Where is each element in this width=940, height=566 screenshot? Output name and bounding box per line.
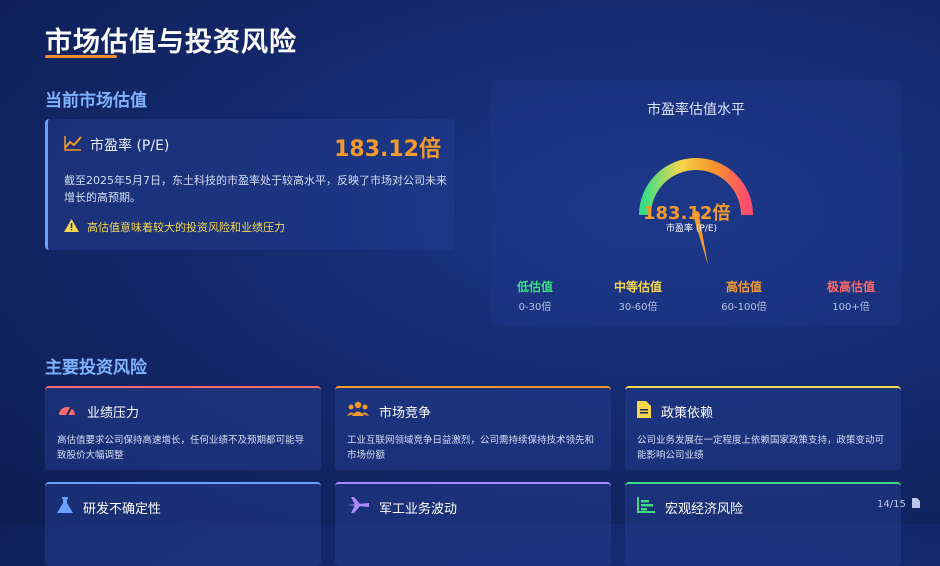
legend-range: 100+倍 [832, 302, 870, 313]
legend-range: 0-30倍 [518, 302, 552, 313]
risk-description: 高估值要求公司保持高速增长，任何业绩不及预期都可能导致股价大幅调整 [57, 435, 305, 461]
pe-label: 市盈率 (P/E) [90, 138, 170, 154]
legend-range: 30-60倍 [618, 302, 658, 313]
line-chart-icon [64, 135, 82, 155]
warning-icon [64, 219, 79, 235]
risk-card-rnd: 研发不确定性 [45, 482, 321, 566]
gauge-sub-label: 市盈率 (P/E) [666, 224, 718, 234]
risk-card-competition: 市场竞争 工业互联网领域竞争日益激烈，公司需持续保持技术领先和市场份额 [335, 386, 611, 470]
page-number: 14/15 [877, 499, 906, 510]
legend-range: 60-100倍 [721, 302, 767, 313]
document-icon [637, 401, 651, 422]
risk-title: 政策依赖 [661, 406, 714, 421]
risk-card-performance: 业绩压力 高估值要求公司保持高速增长，任何业绩不及预期都可能导致股价大幅调整 [45, 386, 321, 470]
risk-title: 研发不确定性 [83, 502, 162, 517]
page-indicator: 14/15 [877, 498, 920, 511]
pe-value: 183.12倍 [334, 137, 441, 162]
risks-section-title: 主要投资风险 [45, 358, 147, 378]
legend-name: 高估值 [725, 280, 762, 294]
risk-card-policy: 政策依赖 公司业务发展在一定程度上依赖国家政策支持，政策变动可能影响公司业绩 [625, 386, 901, 470]
file-icon[interactable] [911, 498, 920, 511]
risk-description: 公司业务发展在一定程度上依赖国家政策支持，政策变动可能影响公司业绩 [637, 435, 885, 461]
risk-card-military: 军工业务波动 [335, 482, 611, 566]
risk-card-macro: 宏观经济风险 [625, 482, 901, 566]
legend-extreme: 极高估值 100+倍 [811, 278, 891, 313]
legend-name: 中等估值 [613, 280, 662, 294]
legend-high: 高估值 60-100倍 [704, 278, 784, 313]
speedometer-icon [57, 401, 77, 421]
flask-icon [57, 497, 73, 518]
risk-title: 业绩压力 [87, 405, 140, 421]
users-icon [347, 401, 369, 421]
legend-medium: 中等估值 30-60倍 [598, 278, 678, 313]
legend-name: 低估值 [516, 280, 553, 294]
pe-description: 截至2025年5月7日，东土科技的市盈率处于较高水平，反映了市场对公司未来增长的… [64, 174, 447, 204]
legend-name: 极高估值 [826, 280, 875, 294]
page-title: 市场估值与投资风险 [45, 27, 297, 58]
page-title-underline [45, 55, 117, 58]
risk-title: 市场竞争 [379, 405, 432, 421]
plane-icon [347, 497, 369, 517]
gauge-panel: 市盈率估值水平 183.12倍 市盈率 (P/E) 低估值 0-30倍 中等估值… [491, 80, 901, 326]
bar-chart-icon [637, 497, 655, 517]
risk-title: 宏观经济风险 [665, 501, 744, 517]
warning-text: 高估值意味着较大的投资风险和业绩压力 [87, 221, 285, 234]
legend-low: 低估值 0-30倍 [495, 278, 575, 313]
pe-card: 市盈率 (P/E) 183.12倍 截至2025年5月7日，东土科技的市盈率处于… [45, 119, 455, 250]
valuation-section-title: 当前市场估值 [45, 91, 147, 111]
risk-description: 工业互联网领域竞争日益激烈，公司需持续保持技术领先和市场份额 [347, 435, 595, 461]
risk-title: 军工业务波动 [379, 501, 458, 517]
